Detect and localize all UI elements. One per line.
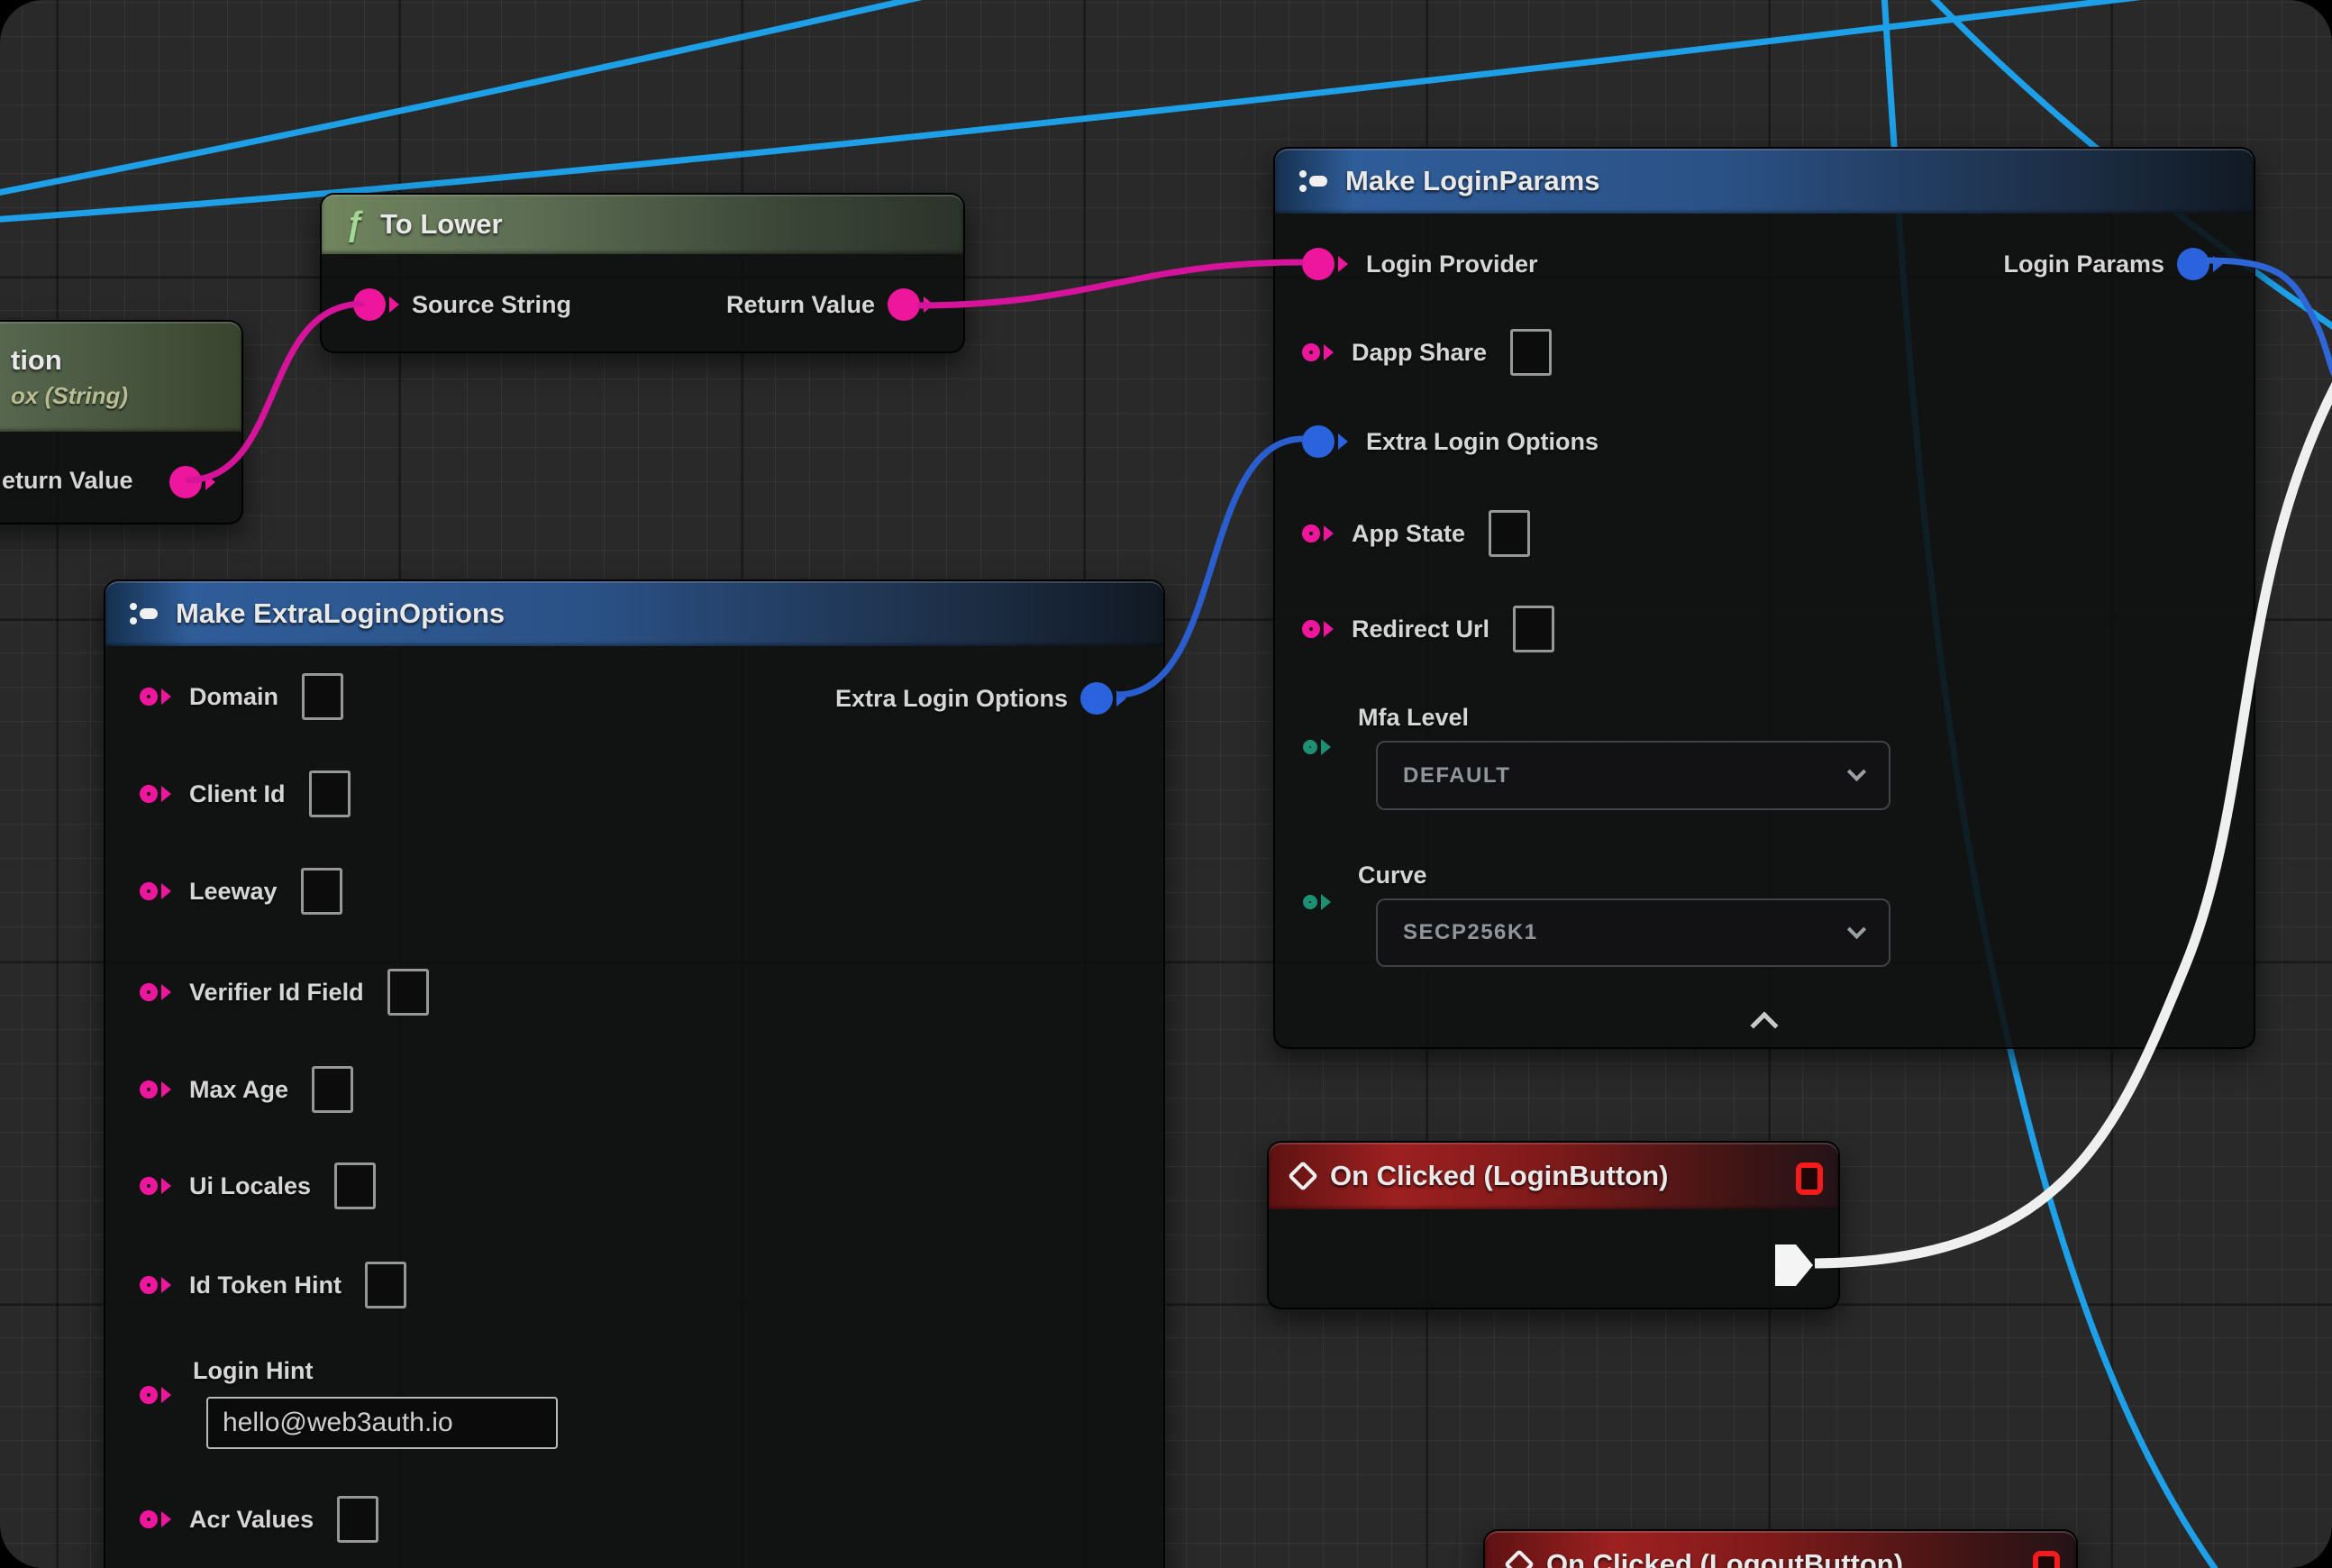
node-subtitle: ox (String)	[11, 382, 128, 410]
extra-login-options-in-label: Extra Login Options	[1366, 428, 1599, 456]
login-provider-label: Login Provider	[1366, 251, 1538, 278]
curve-label: Curve	[1358, 861, 1427, 889]
node-title: On Clicked (LogoutButton)	[1546, 1548, 1903, 1568]
delegate-pin[interactable]	[1796, 1162, 1823, 1195]
make-struct-icon	[129, 598, 159, 629]
extra-login-options-in-pin[interactable]	[1302, 425, 1348, 458]
domain-checkbox[interactable]	[302, 673, 343, 720]
return-value-label: Return Value	[726, 291, 875, 319]
node-to-lower[interactable]: ƒ To Lower Source String Return Value	[320, 193, 965, 353]
node-title: Make LoginParams	[1345, 165, 1600, 197]
node-title: tion	[11, 344, 62, 377]
login-params-out-label: Login Params	[2003, 251, 2164, 278]
node-on-clicked-login-button[interactable]: On Clicked (LoginButton)	[1267, 1141, 1840, 1309]
source-string-label: Source String	[412, 291, 571, 319]
redirect-url-checkbox[interactable]	[1513, 606, 1554, 652]
blueprint-graph-canvas[interactable]: tion ox (String) eturn Value ƒ To Lower …	[0, 0, 2332, 1568]
leeway-label: Leeway	[189, 878, 278, 906]
app-state-label: App State	[1352, 520, 1465, 548]
node-make-extra-login-options[interactable]: Make ExtraLoginOptions Domain Client Id …	[104, 579, 1165, 1568]
verifier-id-field-pin[interactable]	[140, 983, 171, 1001]
id-token-hint-pin[interactable]	[140, 1276, 171, 1294]
curve-pin[interactable]	[1303, 894, 1331, 910]
login-provider-pin[interactable]	[1302, 248, 1348, 280]
mfa-level-value: DEFAULT	[1403, 763, 1510, 789]
collapse-pins-button[interactable]	[1750, 1011, 1778, 1039]
ui-locales-pin[interactable]	[140, 1177, 171, 1195]
max-age-label: Max Age	[189, 1076, 288, 1104]
login-hint-pin[interactable]	[140, 1386, 171, 1404]
leeway-checkbox[interactable]	[301, 868, 342, 915]
node-to-lower-header[interactable]: ƒ To Lower	[322, 195, 963, 254]
domain-pin[interactable]	[140, 688, 171, 706]
ui-locales-checkbox[interactable]	[334, 1162, 376, 1209]
redirect-url-label: Redirect Url	[1352, 615, 1489, 643]
chevron-down-icon	[1847, 919, 1866, 938]
chevron-down-icon	[1847, 762, 1866, 781]
mfa-level-dropdown[interactable]: DEFAULT	[1376, 741, 1890, 810]
ui-locales-label: Ui Locales	[189, 1172, 311, 1200]
login-hint-label: Login Hint	[193, 1357, 313, 1385]
redirect-url-pin[interactable]	[1302, 620, 1334, 638]
client-id-label: Client Id	[189, 780, 286, 808]
mfa-level-pin[interactable]	[1303, 739, 1331, 755]
node-event-header[interactable]: On Clicked (LogoutButton)	[1485, 1531, 2076, 1568]
node-melo-header[interactable]: Make ExtraLoginOptions	[105, 581, 1163, 646]
return-value-pin[interactable]	[169, 466, 215, 498]
return-value-label: eturn Value	[2, 467, 133, 495]
dapp-share-checkbox[interactable]	[1510, 329, 1552, 376]
login-params-out-pin[interactable]	[2177, 248, 2223, 280]
mfa-level-label: Mfa Level	[1358, 704, 1469, 732]
dapp-share-pin[interactable]	[1302, 343, 1334, 361]
delegate-pin[interactable]	[2033, 1551, 2060, 1568]
verifier-id-field-label: Verifier Id Field	[189, 979, 364, 1007]
node-make-login-params[interactable]: Make LoginParams Login Provider Dapp Sha…	[1273, 147, 2255, 1049]
extra-login-options-out-pin[interactable]	[1080, 682, 1126, 715]
acr-values-label: Acr Values	[189, 1506, 314, 1534]
return-value-pin[interactable]	[888, 288, 934, 321]
wire-tolower-to-login-provider[interactable]	[917, 262, 1303, 305]
client-id-pin[interactable]	[140, 785, 171, 803]
dapp-share-label: Dapp Share	[1352, 339, 1487, 367]
app-state-pin[interactable]	[1302, 524, 1334, 542]
node-mlp-header[interactable]: Make LoginParams	[1275, 149, 2254, 214]
node-title: Make ExtraLoginOptions	[176, 597, 505, 630]
node-on-clicked-logout-button[interactable]: On Clicked (LogoutButton)	[1483, 1529, 2078, 1568]
login-hint-input[interactable]	[206, 1397, 558, 1449]
domain-label: Domain	[189, 683, 278, 711]
verifier-id-field-checkbox[interactable]	[387, 969, 429, 1016]
source-string-pin[interactable]	[353, 288, 399, 321]
leeway-pin[interactable]	[140, 882, 171, 900]
node-title: On Clicked (LoginButton)	[1330, 1160, 1668, 1192]
node-title: To Lower	[380, 208, 502, 241]
acr-values-checkbox[interactable]	[337, 1496, 378, 1543]
curve-dropdown[interactable]: SECP256K1	[1376, 898, 1890, 967]
node-event-header[interactable]: On Clicked (LoginButton)	[1269, 1143, 1838, 1209]
function-icon: ƒ	[345, 205, 364, 244]
id-token-hint-checkbox[interactable]	[365, 1262, 406, 1308]
node-get-text-header[interactable]: tion ox (String)	[0, 322, 241, 432]
curve-value: SECP256K1	[1403, 920, 1538, 945]
acr-values-pin[interactable]	[140, 1510, 171, 1528]
exec-out-pin[interactable]	[1775, 1244, 1813, 1286]
event-icon	[1504, 1549, 1535, 1568]
event-icon	[1288, 1161, 1318, 1191]
client-id-checkbox[interactable]	[309, 770, 351, 817]
make-struct-icon	[1298, 166, 1329, 196]
node-get-text-partial[interactable]: tion ox (String) eturn Value	[0, 320, 243, 524]
wire-blue-diagonal-1[interactable]	[0, 0, 996, 196]
max-age-checkbox[interactable]	[312, 1066, 353, 1113]
max-age-pin[interactable]	[140, 1080, 171, 1099]
extra-login-options-out-label: Extra Login Options	[835, 685, 1068, 713]
id-token-hint-label: Id Token Hint	[189, 1272, 342, 1299]
app-state-checkbox[interactable]	[1489, 510, 1530, 557]
